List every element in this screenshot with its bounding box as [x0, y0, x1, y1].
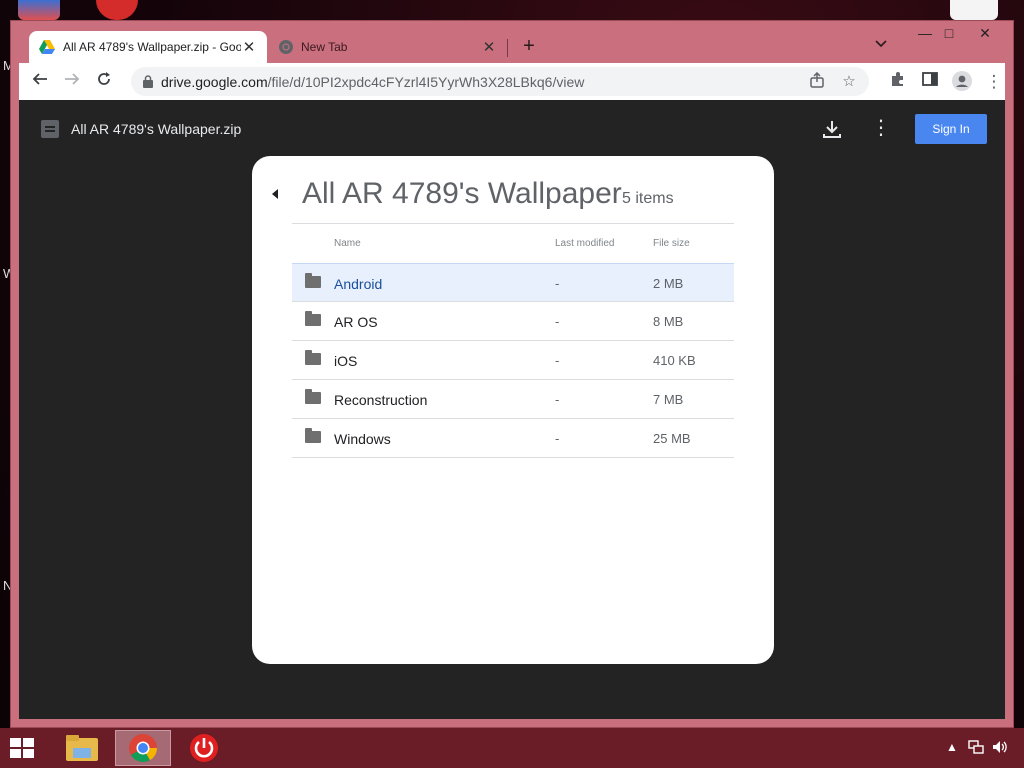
zip-item-count: 5 items [622, 190, 674, 207]
zip-contents-card: All AR 4789's Wallpaper 5 items Name Las… [252, 156, 774, 664]
file-row[interactable]: Reconstruction - 7 MB [292, 380, 734, 419]
file-name: Windows [334, 431, 391, 447]
file-name: AR OS [334, 314, 378, 330]
reload-icon[interactable] [93, 71, 115, 93]
back-arrow-icon[interactable] [29, 71, 51, 93]
extensions-icon[interactable] [887, 71, 909, 93]
archive-file-icon [41, 120, 59, 138]
browser-window: All AR 4789's Wallpaper.zip - Goo ✕ New … [10, 20, 1014, 728]
sign-in-button[interactable]: Sign In [915, 114, 987, 144]
address-bar[interactable]: drive.google.com/file/d/10PI2xpdc4cFYzrl… [131, 67, 869, 96]
file-modified: - [555, 431, 560, 446]
desktop-icon[interactable] [96, 0, 138, 20]
divider [292, 223, 734, 224]
new-tab-button[interactable]: + [517, 35, 541, 58]
tab-divider [507, 39, 508, 57]
volume-icon[interactable] [992, 740, 1008, 757]
close-icon[interactable]: ✕ [241, 38, 257, 56]
file-size: 410 KB [653, 353, 696, 368]
browser-toolbar: drive.google.com/file/d/10PI2xpdc4cFYzrl… [19, 63, 1005, 100]
file-modified: - [555, 314, 560, 329]
folder-icon [305, 273, 321, 288]
star-icon[interactable]: ☆ [839, 72, 859, 92]
folder-icon [305, 350, 321, 365]
folder-icon [305, 311, 321, 326]
viewer-file-title: All AR 4789's Wallpaper.zip [71, 121, 242, 137]
desktop-icon[interactable] [950, 0, 998, 20]
url-host: drive.google.com [161, 74, 268, 90]
windows-start-icon[interactable] [8, 736, 38, 760]
file-row[interactable]: AR OS - 8 MB [292, 302, 734, 341]
chevron-down-icon[interactable] [875, 37, 887, 51]
more-options-icon[interactable]: ⋮ [869, 117, 893, 141]
power-app-icon[interactable] [176, 730, 232, 766]
column-header-modified[interactable]: Last modified [555, 238, 614, 249]
viewer-header: All AR 4789's Wallpaper.zip ⋮ Sign In [19, 100, 1005, 158]
column-header-size[interactable]: File size [653, 238, 690, 249]
file-size: 25 MB [653, 431, 691, 446]
share-icon[interactable] [807, 71, 827, 92]
tab-title: New Tab [301, 40, 348, 54]
file-row[interactable]: Windows - 25 MB [292, 419, 734, 458]
download-icon[interactable] [820, 117, 844, 141]
menu-dots-icon[interactable]: ⋮ [983, 71, 1005, 93]
chrome-taskbar-icon[interactable] [115, 730, 171, 766]
file-modified: - [555, 353, 560, 368]
folder-icon [305, 428, 321, 443]
window-close-button[interactable]: ✕ [969, 23, 1001, 43]
file-size: 8 MB [653, 314, 684, 329]
desktop-icon[interactable] [18, 0, 60, 20]
tab-drive[interactable]: All AR 4789's Wallpaper.zip - Goo ✕ [29, 31, 267, 63]
file-row[interactable]: Android - 2 MB [292, 263, 734, 302]
file-name: Reconstruction [334, 392, 428, 408]
file-size: 7 MB [653, 392, 684, 407]
file-list: Android - 2 MB AR OS - 8 MB iOS - 410 KB [292, 263, 734, 458]
maximize-button[interactable]: □ [933, 23, 965, 43]
file-modified: - [555, 276, 560, 291]
file-size: 2 MB [653, 276, 684, 291]
url-path: /file/d/10PI2xpdc4cFYzrl4I5YyrWh3X28LBkq… [267, 74, 585, 90]
zip-title: All AR 4789's Wallpaper [302, 177, 622, 210]
taskbar: ▲ [0, 728, 1024, 768]
file-name: Android [334, 276, 383, 292]
file-row[interactable]: iOS - 410 KB [292, 341, 734, 380]
folder-icon [305, 389, 321, 404]
chrome-icon [279, 40, 293, 54]
close-icon[interactable]: ✕ [481, 38, 497, 56]
file-explorer-icon[interactable] [54, 730, 110, 766]
url-text: drive.google.com/file/d/10PI2xpdc4cFYzrl… [161, 74, 584, 90]
tab-title: All AR 4789's Wallpaper.zip - Goo [63, 40, 241, 54]
drive-file-viewer: All AR 4789's Wallpaper.zip ⋮ Sign In Al… [19, 100, 1005, 719]
file-modified: - [555, 392, 560, 407]
file-name: iOS [334, 353, 358, 369]
back-chevron-icon[interactable] [271, 186, 279, 204]
network-icon[interactable] [968, 740, 984, 757]
forward-arrow-icon[interactable] [61, 71, 83, 93]
google-drive-icon [39, 40, 55, 54]
side-panel-icon[interactable] [919, 71, 941, 93]
profile-avatar-icon[interactable] [951, 71, 973, 93]
lock-icon [143, 75, 153, 88]
tab-strip: All AR 4789's Wallpaper.zip - Goo ✕ New … [11, 21, 1013, 63]
column-header-name[interactable]: Name [334, 238, 361, 249]
tray-chevron-up-icon[interactable]: ▲ [946, 740, 958, 754]
tab-new-tab[interactable]: New Tab ✕ [269, 31, 507, 63]
